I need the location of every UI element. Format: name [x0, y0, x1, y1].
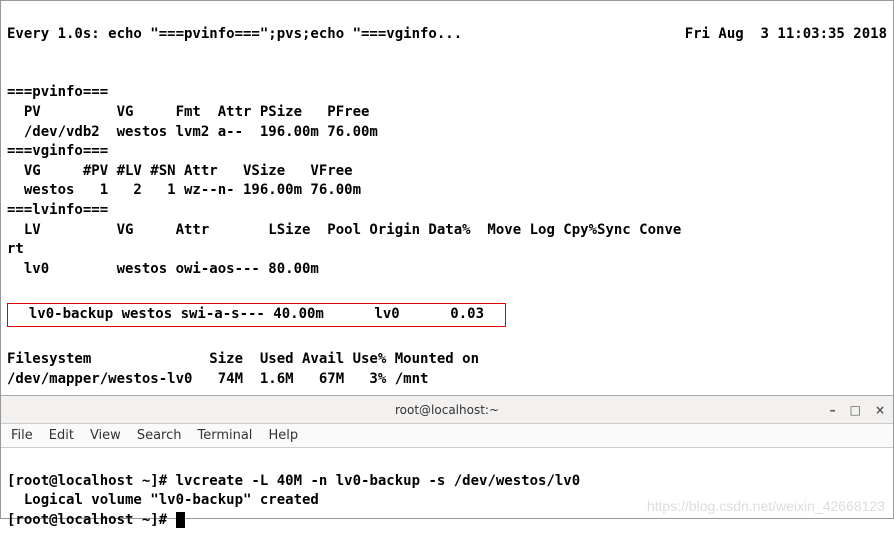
pv-header: PV VG Fmt Attr PSize PFree: [7, 104, 369, 120]
lvinfo-marker: ===lvinfo===: [7, 202, 108, 218]
menu-search[interactable]: Search: [137, 428, 182, 443]
lv-header-2: rt: [7, 241, 24, 257]
pv-row: /dev/vdb2 westos lvm2 a-- 196.00m 76.00m: [7, 124, 378, 140]
df-header: Filesystem Size Used Avail Use% Mounted …: [7, 351, 479, 367]
menu-view[interactable]: View: [90, 428, 121, 443]
lv-header-1: LV VG Attr LSize Pool Origin Data% Move …: [7, 222, 681, 238]
window-title: root@localhost:~: [395, 403, 499, 417]
lv-backup-highlight: lv0-backup westos swi-a-s--- 40.00m lv0 …: [7, 303, 506, 327]
prompt-1: [root@localhost ~]#: [7, 473, 176, 489]
watch-command: Every 1.0s: echo "===pvinfo===";pvs;echo…: [7, 25, 462, 45]
lv-row-1: lv0 westos owi-aos--- 80.00m: [7, 261, 319, 277]
menu-file[interactable]: File: [11, 428, 33, 443]
vg-row: westos 1 2 1 wz--n- 196.00m 76.00m: [7, 182, 361, 198]
watch-output-pane: Every 1.0s: echo "===pvinfo===";pvs;echo…: [1, 1, 893, 396]
menu-terminal[interactable]: Terminal: [197, 428, 252, 443]
close-button[interactable]: ×: [875, 403, 885, 417]
terminal-cursor: [176, 512, 185, 528]
output-1: Logical volume "lv0-backup" created: [7, 492, 319, 508]
watermark: https://blog.csdn.net/weixin_42668123: [647, 497, 885, 517]
pvinfo-marker: ===pvinfo===: [7, 84, 108, 100]
menu-edit[interactable]: Edit: [49, 428, 74, 443]
prompt-2: [root@localhost ~]#: [7, 512, 176, 528]
terminal-pane[interactable]: [root@localhost ~]# lvcreate -L 40M -n l…: [1, 448, 893, 554]
minimize-button[interactable]: –: [830, 403, 836, 417]
window-controls: – □ ×: [830, 403, 885, 417]
menubar: File Edit View Search Terminal Help: [1, 424, 893, 448]
df-row: /dev/mapper/westos-lv0 74M 1.6M 67M 3% /…: [7, 371, 428, 387]
command-1: lvcreate -L 40M -n lv0-backup -s /dev/we…: [176, 473, 581, 489]
vg-header: VG #PV #LV #SN Attr VSize VFree: [7, 163, 353, 179]
maximize-button[interactable]: □: [850, 403, 861, 417]
window-titlebar: root@localhost:~ – □ ×: [1, 396, 893, 424]
menu-help[interactable]: Help: [268, 428, 298, 443]
watch-timestamp: Fri Aug 3 11:03:35 2018: [685, 25, 887, 45]
vginfo-marker: ===vginfo===: [7, 143, 108, 159]
